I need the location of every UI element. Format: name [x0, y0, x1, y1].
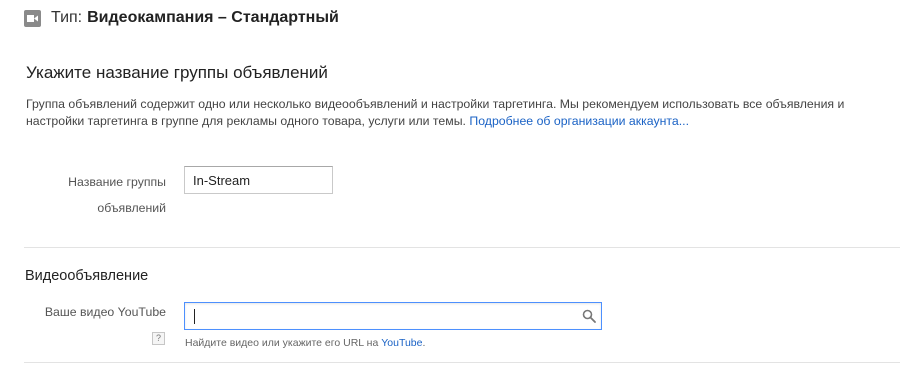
section-divider-bottom: [24, 362, 900, 363]
youtube-search-hint: Найдите видео или укажите его URL на You…: [185, 337, 425, 349]
youtube-link[interactable]: YouTube: [381, 337, 422, 349]
ad-group-name-label-line2: объявлений: [97, 201, 166, 215]
ad-group-name-label-line1: Название группы: [68, 175, 166, 189]
youtube-video-label: Ваше видео YouTube: [44, 305, 166, 319]
learn-more-link[interactable]: Подробнее об организации аккаунта...: [469, 114, 689, 128]
campaign-type-row: Тип: Видеокампания – Стандартный: [24, 7, 339, 29]
hint-text: Найдите видео или укажите его URL на: [185, 337, 379, 349]
video-ad-section-title: Видеообъявление: [25, 268, 149, 284]
campaign-type-value: Видеокампания – Стандартный: [87, 9, 339, 26]
ad-group-description-text: Группа объявлений содержит одно или неск…: [26, 97, 845, 128]
ad-group-description: Группа объявлений содержит одно или неск…: [26, 96, 866, 130]
campaign-type-label: Тип:: [51, 9, 83, 26]
hint-suffix: .: [422, 337, 426, 349]
text-caret: [194, 309, 195, 324]
video-camera-icon: [24, 9, 41, 27]
ad-group-section-title: Укажите название группы объявлений: [26, 63, 328, 82]
search-icon[interactable]: [582, 309, 596, 323]
ad-group-name-label: Название группы объявлений: [30, 169, 166, 221]
ad-group-name-input[interactable]: [184, 166, 333, 194]
section-divider: [24, 247, 900, 248]
youtube-search-input[interactable]: [185, 303, 575, 329]
help-icon[interactable]: ?: [152, 332, 165, 345]
youtube-search-field[interactable]: [184, 302, 602, 330]
